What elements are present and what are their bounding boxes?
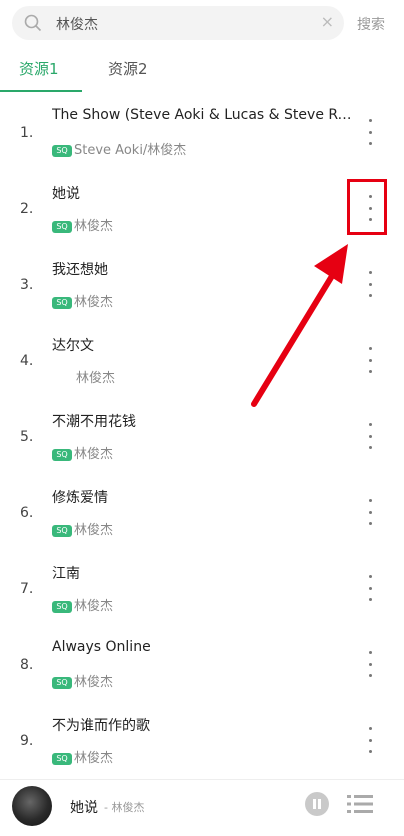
song-number: 9. xyxy=(20,733,34,749)
highlight-box xyxy=(347,179,387,235)
song-title: 不潮不用花钱 xyxy=(52,414,136,430)
search-icon xyxy=(24,14,42,32)
now-playing-artist: - 林俊杰 xyxy=(104,801,145,814)
song-title: 江南 xyxy=(52,566,80,582)
more-options-icon[interactable] xyxy=(362,423,378,449)
tab-source-2[interactable]: 资源2 xyxy=(108,58,148,79)
song-title: 她说 xyxy=(52,186,80,202)
tab-source-1[interactable]: 资源1 xyxy=(19,58,59,79)
song-artist-line: SQ 林俊杰 xyxy=(52,215,113,234)
more-options-icon[interactable] xyxy=(362,651,378,677)
song-artist: Steve Aoki/林俊杰 xyxy=(74,143,187,158)
sq-badge: SQ xyxy=(52,448,72,461)
song-title: 修炼爱情 xyxy=(52,490,108,506)
list-item[interactable]: 5. 不潮不用花钱 SQ 林俊杰 xyxy=(0,397,404,473)
song-artist-line: SQ 林俊杰 xyxy=(52,671,113,690)
song-number: 5. xyxy=(20,429,34,445)
more-options-icon[interactable] xyxy=(362,499,378,525)
song-artist-line: SQ Steve Aoki/林俊杰 xyxy=(52,139,186,158)
song-title: 我还想她 xyxy=(52,262,108,278)
song-artist: 林俊杰 xyxy=(74,675,114,690)
song-title: 不为谁而作的歌 xyxy=(52,718,150,734)
song-artist-line: SQ 林俊杰 xyxy=(52,519,113,538)
song-artist: 林俊杰 xyxy=(74,523,114,538)
song-number: 1. xyxy=(20,125,34,141)
sq-badge: SQ xyxy=(52,752,72,765)
list-item[interactable]: 6. 修炼爱情 SQ 林俊杰 xyxy=(0,473,404,549)
song-number: 8. xyxy=(20,657,34,673)
source-tabs: 资源1 资源2 xyxy=(0,46,404,92)
list-item[interactable]: 7. 江南 SQ 林俊杰 xyxy=(0,549,404,625)
pause-button[interactable] xyxy=(305,792,329,816)
list-item[interactable]: 8. Always Online SQ 林俊杰 xyxy=(0,625,404,701)
song-artist: 林俊杰 xyxy=(76,371,116,386)
more-options-icon[interactable] xyxy=(362,575,378,601)
song-number: 6. xyxy=(20,505,34,521)
sq-badge: SQ xyxy=(52,676,72,689)
now-playing-title: 她说 xyxy=(70,800,98,816)
search-bar: 林俊杰 × 搜索 xyxy=(0,0,404,46)
song-title: Always Online xyxy=(52,639,151,655)
song-title: The Show (Steve Aoki & Lucas & Steve Re.… xyxy=(52,107,352,123)
song-artist: 林俊杰 xyxy=(74,599,114,614)
song-artist-line: SQ 林俊杰 xyxy=(52,747,113,766)
active-tab-indicator xyxy=(0,90,82,92)
song-artist: 林俊杰 xyxy=(74,295,114,310)
sq-badge: SQ xyxy=(52,144,72,157)
sq-badge: SQ xyxy=(52,220,72,233)
sq-badge: SQ xyxy=(52,524,72,537)
album-art-avatar[interactable] xyxy=(12,786,52,826)
song-artist-line: SQ 林俊杰 xyxy=(52,443,113,462)
more-options-icon[interactable] xyxy=(362,119,378,145)
list-item[interactable]: 9. 不为谁而作的歌 SQ 林俊杰 xyxy=(0,701,404,777)
list-item[interactable]: 3. 我还想她 SQ 林俊杰 xyxy=(0,245,404,321)
song-number: 2. xyxy=(20,201,34,217)
song-number: 4. xyxy=(20,353,34,369)
song-artist: 林俊杰 xyxy=(74,751,114,766)
playlist-icon[interactable] xyxy=(347,794,373,814)
song-artist-line: SQ 林俊杰 xyxy=(52,595,113,614)
sq-badge: SQ xyxy=(52,296,72,309)
list-item[interactable]: 2. 她说 SQ 林俊杰 xyxy=(0,169,404,245)
search-query-text: 林俊杰 xyxy=(56,17,98,33)
song-title: 达尔文 xyxy=(52,338,94,354)
song-number: 7. xyxy=(20,581,34,597)
search-input[interactable]: 林俊杰 × xyxy=(12,6,344,40)
list-item[interactable]: 4. 达尔文 林俊杰 xyxy=(0,321,404,397)
song-artist-line: SQ 林俊杰 xyxy=(52,291,113,310)
player-bar[interactable]: 她说 - 林俊杰 xyxy=(0,779,404,836)
song-number: 3. xyxy=(20,277,34,293)
song-artist: 林俊杰 xyxy=(74,447,114,462)
more-options-icon[interactable] xyxy=(362,727,378,753)
more-options-icon[interactable] xyxy=(362,347,378,373)
sq-badge: SQ xyxy=(52,600,72,613)
more-options-icon[interactable] xyxy=(362,271,378,297)
list-item[interactable]: 1. The Show (Steve Aoki & Lucas & Steve … xyxy=(0,93,404,169)
song-artist: 林俊杰 xyxy=(74,219,114,234)
search-button[interactable]: 搜索 xyxy=(357,14,385,34)
clear-icon[interactable]: × xyxy=(321,12,334,31)
